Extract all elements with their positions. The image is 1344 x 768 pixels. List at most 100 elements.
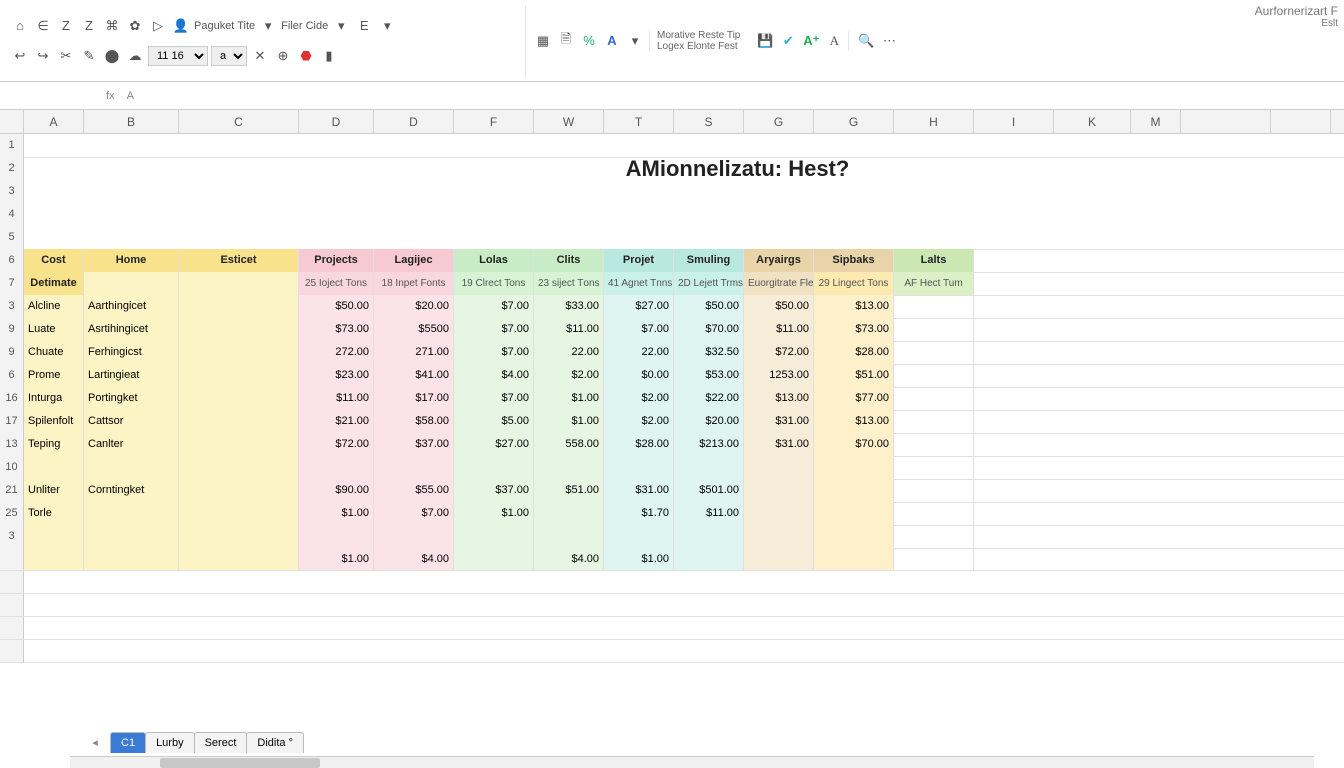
cell-d[interactable]: $72.00 [299, 433, 374, 457]
cell-w[interactable]: $5.00 [454, 410, 534, 434]
cell-w[interactable]: $27.00 [454, 433, 534, 457]
cell-f[interactable]: $5500 [374, 318, 454, 342]
hdr-cost[interactable]: Cost [24, 249, 84, 273]
cell-gh[interactable] [744, 548, 814, 571]
search-icon[interactable]: 🔍 [856, 31, 876, 51]
row-number[interactable]: 9 [0, 341, 24, 365]
cell-h[interactable]: $70.00 [814, 433, 894, 457]
cell-f[interactable]: $37.00 [374, 433, 454, 457]
row-number[interactable]: 6 [0, 249, 24, 273]
row-number[interactable]: 13 [0, 433, 24, 457]
cell-b[interactable]: Cattsor [84, 410, 179, 434]
cell-w[interactable]: $37.00 [454, 479, 534, 503]
hdr-sipbaks[interactable]: Sipbaks [814, 249, 894, 273]
cell-b[interactable] [84, 456, 179, 480]
cell-h[interactable] [814, 502, 894, 526]
cell-g[interactable]: $213.00 [674, 433, 744, 457]
bold-icon[interactable]: ⬤ [102, 46, 122, 66]
cell-gh[interactable]: $72.00 [744, 341, 814, 365]
col-header[interactable]: I [974, 110, 1054, 134]
cell[interactable] [974, 479, 1344, 503]
a-icon[interactable]: A [602, 31, 622, 51]
cell[interactable] [974, 318, 1344, 342]
size-dropdown[interactable]: a [211, 46, 247, 66]
cell-a[interactable]: Prome [24, 364, 84, 388]
row-number[interactable] [0, 548, 24, 571]
cell-a[interactable]: Chuate [24, 341, 84, 365]
sub-h[interactable]: 29 Lingect Tons [814, 272, 894, 296]
cell[interactable] [179, 341, 299, 365]
cell-b[interactable]: Asrtihingicet [84, 318, 179, 342]
cell-gh[interactable]: $13.00 [744, 387, 814, 411]
col-header[interactable]: B [84, 110, 179, 134]
cell[interactable] [179, 456, 299, 480]
cell[interactable] [179, 364, 299, 388]
row-number[interactable]: 16 [0, 387, 24, 411]
sub-detimate[interactable]: Detimate [24, 272, 84, 296]
user-icon[interactable]: 👤 [171, 16, 191, 36]
cell-t[interactable]: $1.00 [534, 410, 604, 434]
column-headers[interactable]: ABCDDFWTSGGHIKM [0, 110, 1344, 134]
cell[interactable] [24, 571, 1344, 594]
arrow-icon[interactable]: ▷ [148, 16, 168, 36]
cell-i[interactable] [894, 456, 974, 480]
more-icon[interactable]: ⋯ [879, 31, 899, 51]
row-number[interactable] [0, 594, 24, 617]
cell-b[interactable]: Portingket [84, 387, 179, 411]
cell-t[interactable]: $2.00 [534, 364, 604, 388]
cell-t[interactable] [534, 525, 604, 549]
cell-g[interactable]: $22.00 [674, 387, 744, 411]
cell-g[interactable] [674, 456, 744, 480]
row-number[interactable]: 6 [0, 364, 24, 388]
cell-i[interactable] [894, 410, 974, 434]
clear-icon[interactable]: ✕ [250, 46, 270, 66]
col-header[interactable] [1181, 110, 1271, 134]
hdr-projects[interactable]: Projects [299, 249, 374, 273]
cell-s[interactable]: $31.00 [604, 479, 674, 503]
cell-a[interactable] [24, 456, 84, 480]
cell-d[interactable]: $23.00 [299, 364, 374, 388]
label-paguket[interactable]: Paguket Tite [194, 16, 255, 36]
row-number[interactable]: 7 [0, 272, 24, 296]
back-icon[interactable]: ↩ [10, 46, 30, 66]
cell-t[interactable]: $4.00 [534, 548, 604, 571]
glyph-icon[interactable]: ✿ [125, 16, 145, 36]
cut-icon[interactable]: ✂ [56, 46, 76, 66]
cell-g[interactable]: $50.00 [674, 295, 744, 319]
hdr-home[interactable]: Home [84, 249, 179, 273]
cell-h[interactable]: $51.00 [814, 364, 894, 388]
cell-gh[interactable]: $31.00 [744, 410, 814, 434]
cell-i[interactable] [894, 387, 974, 411]
cell-d[interactable]: $11.00 [299, 387, 374, 411]
cell-w[interactable]: $4.00 [454, 364, 534, 388]
cell[interactable] [179, 387, 299, 411]
cell[interactable] [179, 479, 299, 503]
cell-t[interactable]: $33.00 [534, 295, 604, 319]
cell-t[interactable]: 558.00 [534, 433, 604, 457]
cell-a[interactable]: Luate [24, 318, 84, 342]
col-header[interactable]: S [674, 110, 744, 134]
label-filer[interactable]: Filer Cide [281, 16, 328, 36]
cell[interactable] [974, 249, 1344, 273]
cell-f[interactable]: $17.00 [374, 387, 454, 411]
cell[interactable] [974, 364, 1344, 388]
cell-w[interactable]: $7.00 [454, 387, 534, 411]
col-header[interactable]: H [894, 110, 974, 134]
cell[interactable] [179, 433, 299, 457]
formula-input[interactable]: A [121, 90, 1344, 102]
cell-h[interactable] [814, 479, 894, 503]
red-icon[interactable]: ⬣ [296, 46, 316, 66]
col-header[interactable]: F [454, 110, 534, 134]
spreadsheet-grid[interactable]: ABCDDFWTSGGHIKM 12AMionnelizatu: Hest?34… [0, 110, 1344, 663]
sub-t[interactable]: 23 siject Tоns [534, 272, 604, 296]
cell-g[interactable]: $70.00 [674, 318, 744, 342]
col-header[interactable]: W [534, 110, 604, 134]
cell-i[interactable] [894, 525, 974, 549]
cell-f[interactable]: 271.00 [374, 341, 454, 365]
cell-h[interactable] [814, 548, 894, 571]
cell-s[interactable]: $27.00 [604, 295, 674, 319]
row-number[interactable] [0, 640, 24, 663]
bar-icon[interactable]: ▮ [319, 46, 339, 66]
col-header[interactable]: D [374, 110, 454, 134]
font-dropdown[interactable]: 11 16 [148, 46, 208, 66]
